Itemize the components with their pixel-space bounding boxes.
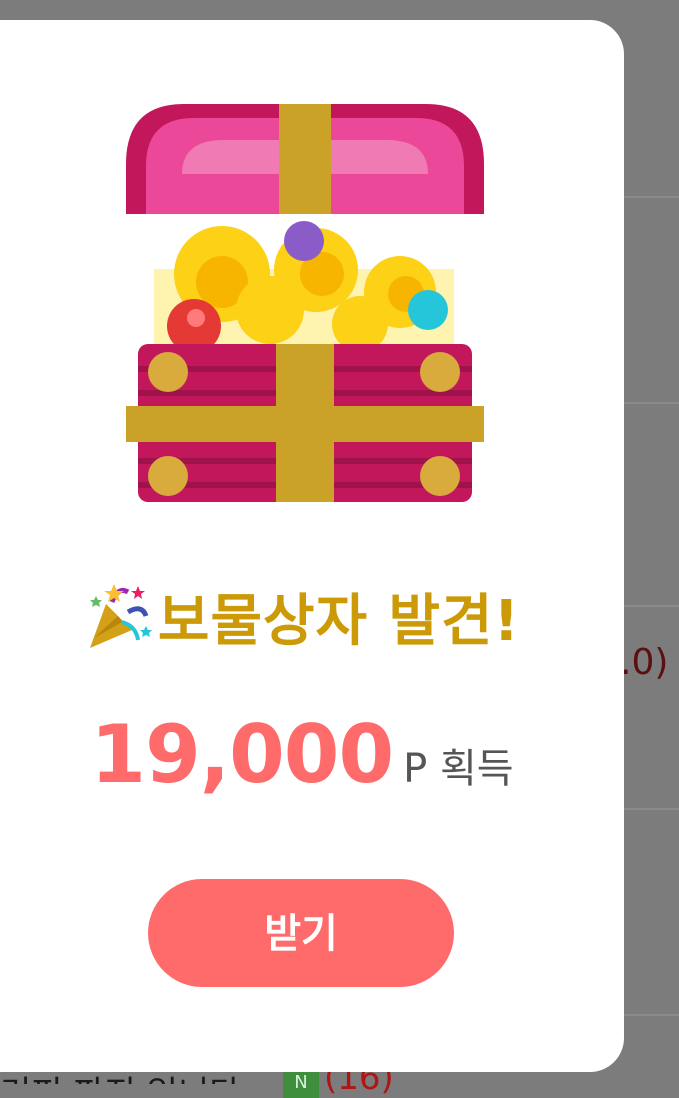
claim-button[interactable]: 받기 xyxy=(148,879,454,987)
reward-row: 19,000 P 획득 xyxy=(0,708,604,801)
party-popper-icon xyxy=(89,583,152,648)
modal-title: 보물상자 발견! xyxy=(157,589,521,654)
modal-title-row: 보물상자 발견! xyxy=(0,576,604,657)
reward-amount: 19,000 xyxy=(90,708,394,801)
reward-unit-label: P 획득 xyxy=(403,746,514,792)
treasure-reward-modal: 보물상자 발견! 19,000 P 획득 받기 xyxy=(0,20,624,1072)
treasure-chest-illustration xyxy=(126,104,484,502)
background-count-fragment: .0) xyxy=(620,642,669,683)
background-new-badge: N xyxy=(283,1068,319,1098)
